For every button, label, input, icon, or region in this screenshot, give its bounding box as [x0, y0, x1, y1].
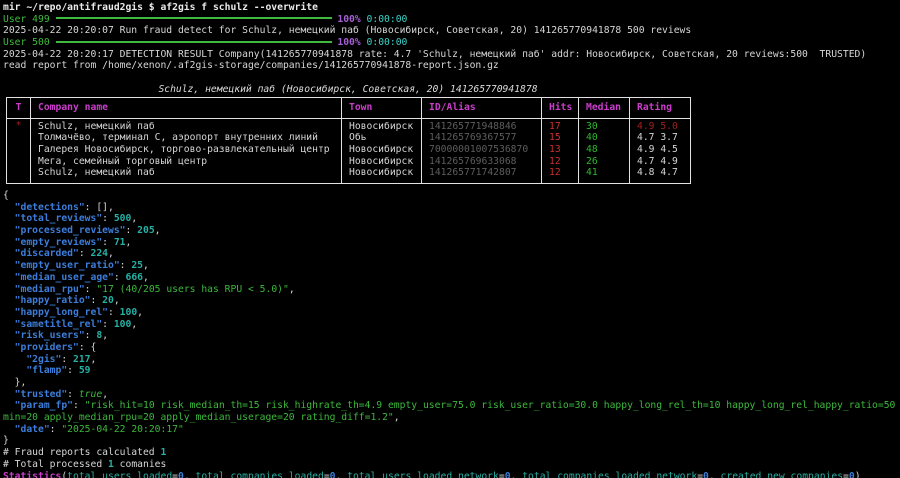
json-report-line: "providers": {: [3, 342, 900, 354]
json-report-line: "happy_ratio": 20,: [3, 295, 900, 307]
cell-town: Новосибирск: [342, 156, 422, 168]
cell-flag: [7, 132, 31, 144]
cell-hits: 12: [542, 167, 579, 183]
json-report-line: },: [3, 377, 900, 389]
table-row: *Schulz, немецкий пабНовосибирск14126577…: [7, 118, 691, 132]
cell-town: Новосибирск: [342, 144, 422, 156]
cell-id: 70000001007536870: [422, 144, 542, 156]
json-report-line: "date": "2025-04-22 20:20:17": [3, 424, 900, 436]
cell-id: 141265771948846: [422, 118, 542, 132]
log-run-line: 2025-04-22 20:20:07 Run fraud detect for…: [3, 25, 900, 37]
cell-name: Толмачёво, терминал С, аэропорт внутренн…: [31, 132, 342, 144]
cell-rating: 4.8 4.7: [630, 167, 691, 183]
cell-hits: 12: [542, 156, 579, 168]
progress-label: User 500: [3, 37, 50, 48]
json-report-line: "flamp": 59: [3, 365, 900, 377]
cell-name: Schulz, немецкий паб: [31, 118, 342, 132]
blank-line: [3, 72, 900, 84]
cell-name: Галерея Новосибирск, торгово-развлекател…: [31, 144, 342, 156]
progress-time: 0:00:00: [367, 37, 408, 48]
json-report-line: "processed_reviews": 205,: [3, 225, 900, 237]
table-row: Толмачёво, терминал С, аэропорт внутренн…: [7, 132, 691, 144]
cell-median: 48: [579, 144, 630, 156]
cell-town: Новосибирск: [342, 118, 422, 132]
cell-rating: 4.9 5.0: [630, 118, 691, 132]
progress-percent: 100%: [337, 37, 360, 48]
terminal-screen[interactable]: mir ~/repo/antifraud2gis $ af2gis f schu…: [0, 0, 900, 478]
cell-flag: *: [7, 118, 31, 132]
cell-hits: 13: [542, 144, 579, 156]
cell-hits: 15: [542, 132, 579, 144]
json-report-line: "risk_users": 8,: [3, 330, 900, 342]
table-row: Галерея Новосибирск, торгово-развлекател…: [7, 144, 691, 156]
log-read-report-line: read report from /home/xenon/.af2gis-sto…: [3, 60, 900, 72]
shell-command: mir ~/repo/antifraud2gis $ af2gis f schu…: [3, 2, 318, 13]
table-title: Schulz, немецкий паб (Новосибирск, Совет…: [6, 84, 690, 96]
progress-percent: 100%: [337, 14, 360, 25]
column-header-id-alias: ID/Alias: [422, 97, 542, 118]
summary-line: # Total processed 1 comanies: [3, 459, 900, 471]
json-report-line: "sametitle_rel": 100,: [3, 319, 900, 331]
progress-bar: [56, 17, 332, 19]
cell-median: 30: [579, 118, 630, 132]
cell-flag: [7, 144, 31, 156]
json-report-line: "total_reviews": 500,: [3, 213, 900, 225]
summary-line: # Fraud reports calculated 1: [3, 447, 900, 459]
progress-line-user-500: User 500 100% 0:00:00: [3, 37, 900, 49]
json-report-line: "empty_reviews": 71,: [3, 237, 900, 249]
json-report-line: "trusted": true,: [3, 389, 900, 401]
json-report-line: "empty_user_ratio": 25,: [3, 260, 900, 272]
json-report-line: "happy_long_rel": 100,: [3, 307, 900, 319]
prompt-line: mir ~/repo/antifraud2gis $ af2gis f schu…: [3, 2, 900, 14]
json-report-line: "2gis": 217,: [3, 354, 900, 366]
json-report-line: {: [3, 190, 900, 202]
column-header-town: Town: [342, 97, 422, 118]
cell-town: Обь: [342, 132, 422, 144]
column-header-median: Median: [579, 97, 630, 118]
cell-name: Schulz, немецкий паб: [31, 167, 342, 183]
cell-median: 40: [579, 132, 630, 144]
cell-hits: 17: [542, 118, 579, 132]
table-row: Schulz, немецкий пабНовосибирск141265771…: [7, 167, 691, 183]
summary-block: # Fraud reports calculated 1# Total proc…: [3, 447, 900, 478]
json-report-line: "discarded": 224,: [3, 248, 900, 260]
column-header-company-name: Company name: [31, 97, 342, 118]
log-result-line: 2025-04-22 20:20:17 DETECTION RESULT Com…: [3, 49, 900, 61]
cell-id: 141265769367577: [422, 132, 542, 144]
cell-id: 141265769633068: [422, 156, 542, 168]
json-report-line: }: [3, 435, 900, 447]
json-report-line: "median_user_age": 666,: [3, 272, 900, 284]
table-row: Мега, семейный торговый центрНовосибирск…: [7, 156, 691, 168]
cell-median: 41: [579, 167, 630, 183]
progress-line-user-499: User 499 100% 0:00:00: [3, 14, 900, 26]
cell-rating: 4.7 3.7: [630, 132, 691, 144]
cell-median: 26: [579, 156, 630, 168]
json-report-line: "median_rpu": "17 (40/205 users has RPU …: [3, 284, 900, 296]
cell-flag: [7, 167, 31, 183]
column-header-rating: Rating: [630, 97, 691, 118]
progress-time: 0:00:00: [367, 14, 408, 25]
summary-line: Statistics(total_users_loaded=0, total_c…: [3, 471, 900, 478]
json-report-line: "detections": [],: [3, 202, 900, 214]
cell-id: 141265771742807: [422, 167, 542, 183]
progress-bar: [56, 41, 332, 43]
column-header-t: T: [7, 97, 31, 118]
cell-name: Мега, семейный торговый центр: [31, 156, 342, 168]
json-report-block: { "detections": [], "total_reviews": 500…: [3, 190, 900, 447]
column-header-hits: Hits: [542, 97, 579, 118]
table-header-row: TCompany nameTownID/AliasHitsMedianRatin…: [7, 97, 691, 118]
cell-rating: 4.7 4.9: [630, 156, 691, 168]
cell-town: Новосибирск: [342, 167, 422, 183]
cell-flag: [7, 156, 31, 168]
fraud-result-table: TCompany nameTownID/AliasHitsMedianRatin…: [6, 97, 691, 184]
cell-rating: 4.9 4.5: [630, 144, 691, 156]
json-report-line: min=20 apply_median_rpu=20 apply_median_…: [3, 412, 900, 424]
progress-label: User 499: [3, 14, 50, 25]
json-report-line: "param_fp": "risk_hit=10 risk_median_th=…: [3, 400, 900, 412]
